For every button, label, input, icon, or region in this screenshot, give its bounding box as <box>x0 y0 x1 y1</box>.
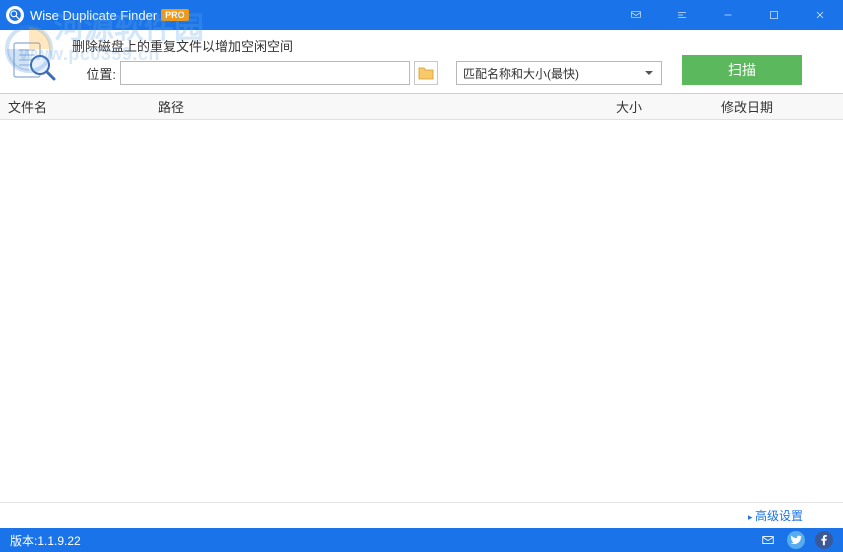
scan-doc-icon <box>6 37 58 85</box>
close-button[interactable] <box>797 0 843 30</box>
results-table-body <box>0 120 843 502</box>
twitter-icon[interactable] <box>787 531 805 549</box>
menu-button[interactable] <box>659 0 705 30</box>
location-input[interactable] <box>120 61 410 85</box>
scan-button[interactable]: 扫描 <box>682 55 802 85</box>
minimize-button[interactable] <box>705 0 751 30</box>
feedback-button[interactable] <box>613 0 659 30</box>
statusbar: 版本:1.1.9.22 <box>0 528 843 552</box>
advanced-settings-link[interactable]: 高级设置 <box>748 507 803 524</box>
results-table-header: 文件名 路径 大小 修改日期 <box>0 94 843 120</box>
toolbar-description: 删除磁盘上的重复文件以增加空闲空间 <box>68 36 438 55</box>
mail-icon[interactable] <box>759 531 777 549</box>
match-mode-select[interactable]: 匹配名称和大小(最快) <box>456 61 662 85</box>
facebook-icon[interactable] <box>815 531 833 549</box>
titlebar: Wise Duplicate Finder PRO <box>0 0 843 30</box>
advanced-settings-row: 高级设置 <box>0 502 843 528</box>
column-modified[interactable]: 修改日期 <box>713 94 843 119</box>
match-mode-selected: 匹配名称和大小(最快) <box>463 65 579 82</box>
browse-folder-button[interactable] <box>414 61 438 85</box>
app-title: Wise Duplicate Finder <box>30 8 157 23</box>
app-icon <box>6 6 24 24</box>
column-size[interactable]: 大小 <box>608 94 713 119</box>
pro-badge: PRO <box>161 9 189 21</box>
maximize-button[interactable] <box>751 0 797 30</box>
toolbar: 删除磁盘上的重复文件以增加空闲空间 位置: 匹配名称和大小(最快) 扫描 <box>0 30 843 94</box>
column-filename[interactable]: 文件名 <box>0 94 150 119</box>
location-label: 位置: <box>68 64 116 83</box>
column-path[interactable]: 路径 <box>150 94 608 119</box>
